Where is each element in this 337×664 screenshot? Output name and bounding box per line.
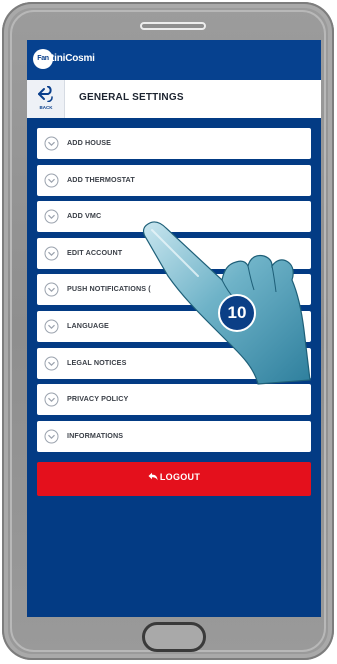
menu-item-label: ADD HOUSE [67,138,112,147]
back-arrow-icon [38,86,53,102]
tutorial-illustration: Fan tiniCosmi BACK GENERAL SETTINGS ADD … [0,0,337,664]
chevron-down-circle-icon [44,246,59,261]
menu-item-privacy-policy[interactable]: PRIVACY POLICY [37,384,311,416]
menu-item-informations[interactable]: INFORMATIONS [37,420,311,452]
phone-speaker [140,22,206,30]
chevron-down-circle-icon [44,209,59,224]
chevron-down-circle-icon [44,282,59,297]
app-header: Fan tiniCosmi [27,40,321,80]
title-bar: BACK GENERAL SETTINGS [27,80,321,118]
chevron-down-circle-icon [44,392,59,407]
chevron-down-circle-icon [44,356,59,371]
back-label: BACK [39,105,53,110]
logout-button[interactable]: LOGOUT [37,462,311,496]
page-title: GENERAL SETTINGS [79,92,184,103]
chevron-down-circle-icon [44,136,59,151]
menu-item-label: INFORMATIONS [67,430,124,440]
step-number-badge: 10 [218,294,256,332]
chevron-down-circle-icon [44,429,59,444]
chevron-down-circle-icon [44,319,59,334]
phone-home-button[interactable] [142,622,206,652]
brand-logo-badge: Fan [33,49,53,69]
menu-item-add-house[interactable]: ADD HOUSE [37,128,311,159]
brand-logo-text: tiniCosmi [51,53,95,64]
back-button[interactable]: BACK [27,80,65,118]
menu-item-label: ADD THERMOSTAT [67,174,135,184]
menu-item-label: PRIVACY POLICY [67,394,129,404]
chevron-down-circle-icon [44,173,59,188]
logout-arrow-icon [148,472,158,481]
logout-content: LOGOUT [37,472,311,482]
menu-item-add-thermostat[interactable]: ADD THERMOSTAT [37,164,311,196]
logout-label: LOGOUT [159,472,201,482]
